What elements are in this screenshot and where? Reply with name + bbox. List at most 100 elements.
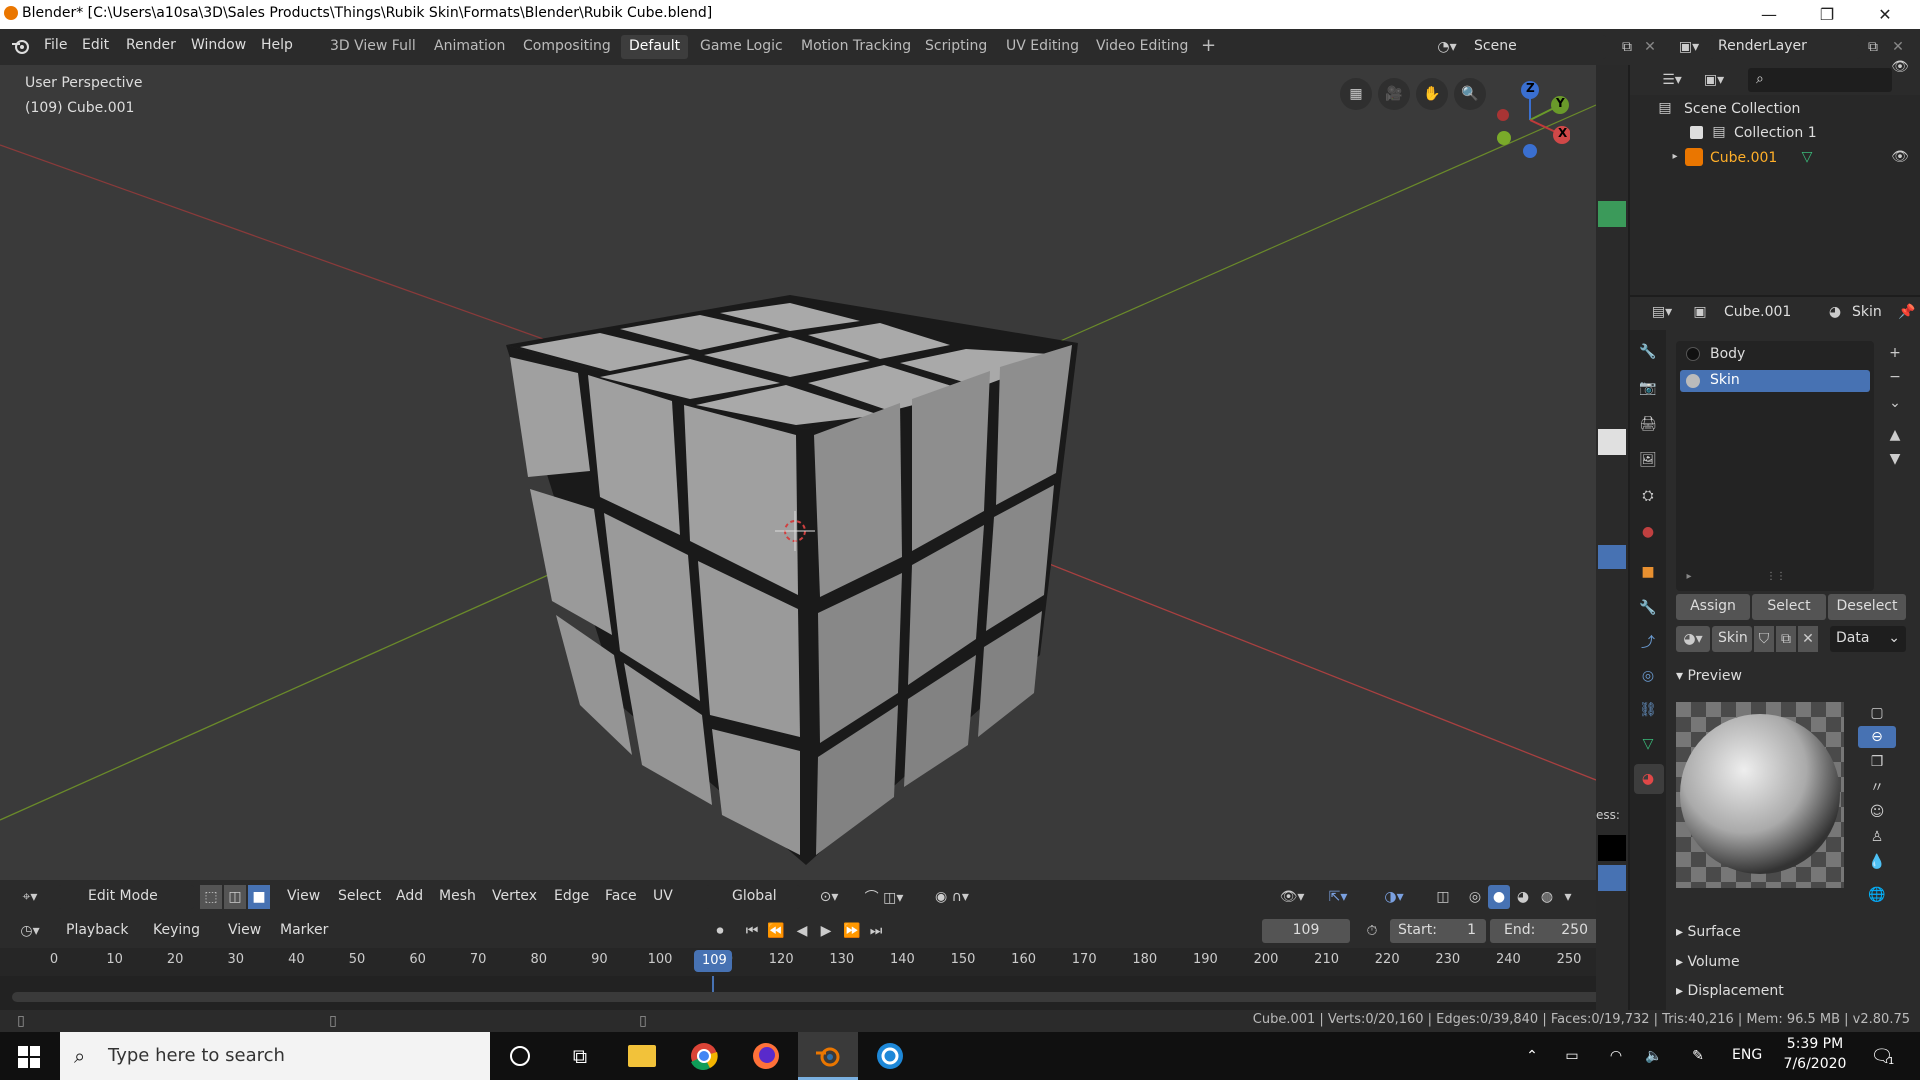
outliner-editor-icon[interactable]: ☰▾ (1654, 68, 1690, 92)
outliner-object[interactable]: Cube.001 (1710, 150, 1777, 166)
xray-icon[interactable]: ◫ (1432, 885, 1454, 909)
list-resize-grip-icon[interactable]: ⋮⋮ (1766, 569, 1786, 583)
add-slot-icon[interactable]: + (1884, 342, 1906, 364)
clock-date[interactable]: 7/6/2020 (1780, 1056, 1850, 1072)
camera-view-icon[interactable]: 🎥 (1378, 78, 1410, 110)
scene-selector-icon[interactable]: ◔▾ (1430, 35, 1464, 59)
tab-compositing[interactable]: Compositing (515, 35, 619, 59)
taskbar-search-box[interactable]: ⌕ Type here to search (60, 1032, 490, 1080)
chrome-icon[interactable] (674, 1032, 734, 1080)
menu-edit[interactable]: Edit (82, 37, 109, 53)
orientation-selector[interactable]: Global (706, 885, 800, 909)
record-icon[interactable]: ⏺ (708, 919, 732, 943)
displacement-panel-header[interactable]: ▸ Displacement (1676, 983, 1784, 999)
output-tab-icon[interactable]: 🖨 (1636, 412, 1660, 436)
new-scene-icon[interactable]: ⧉ (1616, 35, 1638, 59)
end-frame-field[interactable]: End: 250 (1490, 919, 1600, 943)
vp-menu-select[interactable]: Select (338, 888, 381, 904)
surface-panel-header[interactable]: ▸ Surface (1676, 924, 1741, 940)
cortana-icon[interactable] (490, 1032, 550, 1080)
jump-start-icon[interactable]: ⏮ (740, 919, 764, 943)
list-expand-icon[interactable]: ▸ (1682, 569, 1696, 583)
viewport-sidebar-strip[interactable]: ess: (1596, 65, 1628, 1010)
shading-options-icon[interactable]: ▾ (1558, 885, 1578, 909)
timeline-scrollbar[interactable] (12, 992, 1612, 1002)
preview-monkey-icon[interactable]: ☺ (1864, 801, 1890, 823)
grid-toggle-icon[interactable]: ▦ (1340, 78, 1372, 110)
3d-viewport[interactable]: User Perspective (109) Cube.001 ▦ 🎥 ✋ 🔍 … (0, 65, 1596, 910)
timeline-menu-playback[interactable]: Playback (66, 922, 128, 938)
next-keyframe-icon[interactable]: ⏩ (840, 919, 864, 943)
timeline-menu-view[interactable]: View (228, 922, 261, 938)
blender-menu-icon[interactable] (10, 37, 32, 57)
timeline-editor-icon[interactable]: ◷▾ (12, 919, 48, 943)
maximize-button[interactable]: ❐ (1804, 0, 1850, 29)
pin-icon[interactable]: 📌 (1898, 301, 1916, 323)
scene-name[interactable]: Scene (1466, 35, 1606, 59)
properties-editor-icon[interactable]: ▤▾ (1644, 300, 1680, 324)
unlink-icon[interactable]: ✕ (1798, 626, 1818, 652)
material-browse-icon[interactable]: ◕▾ (1676, 626, 1710, 652)
preview-sphere-icon[interactable]: ⊖ (1858, 726, 1896, 748)
world-tab-icon[interactable]: ● (1636, 520, 1660, 544)
vp-menu-view[interactable]: View (287, 888, 320, 904)
slot-menu-icon[interactable]: ⌄ (1884, 392, 1906, 414)
minimize-button[interactable]: — (1746, 0, 1792, 29)
tab-default[interactable]: Default (621, 35, 689, 59)
collection-eye-icon[interactable]: 👁 (1890, 58, 1910, 76)
world-preview-icon[interactable]: 🌐 (1862, 884, 1892, 906)
zoom-icon[interactable]: 🔍 (1454, 78, 1486, 110)
delete-layer-icon[interactable]: ✕ (1888, 35, 1908, 59)
overlay-toggle-icon[interactable]: ◑▾ (1374, 885, 1414, 909)
duplicate-icon[interactable]: ⧉ (1776, 626, 1796, 652)
render-tab-icon[interactable]: 📷 (1636, 376, 1660, 400)
assign-button[interactable]: Assign (1676, 594, 1750, 620)
tab-3d-view-full[interactable]: 3D View Full (322, 35, 424, 59)
render-layer-name[interactable]: RenderLayer (1710, 35, 1860, 59)
tab-uv-editing[interactable]: UV Editing (998, 35, 1087, 59)
slot-body[interactable]: Body (1710, 346, 1745, 362)
material-slot-list[interactable]: Body Skin ▸ ⋮⋮ (1676, 341, 1874, 591)
move-down-icon[interactable]: ▼ (1884, 448, 1906, 470)
jump-end-icon[interactable]: ⏭ (864, 919, 888, 943)
slot-skin[interactable]: Skin (1710, 372, 1740, 388)
start-frame-field[interactable]: Start: 1 (1390, 919, 1486, 943)
timeline-menu-marker[interactable]: Marker (280, 922, 328, 938)
volume-icon[interactable]: 🔈 (1642, 1046, 1666, 1066)
mesh-data-icon[interactable]: ▽ (1796, 147, 1818, 167)
vp-menu-mesh[interactable]: Mesh (439, 888, 476, 904)
rubik-cube[interactable] (506, 295, 1078, 865)
blender-taskbar-icon[interactable] (798, 1032, 858, 1080)
tab-game-logic[interactable]: Game Logic (692, 35, 791, 59)
timeline-ruler[interactable]: 0102030405060708090100110120130140150160… (0, 948, 1596, 976)
tab-motion-tracking[interactable]: Motion Tracking (793, 35, 919, 59)
task-view-icon[interactable]: ⧉ (550, 1032, 610, 1080)
preview-fluid-icon[interactable]: 💧 (1864, 851, 1890, 873)
tool-tab-icon[interactable]: 🔧 (1636, 340, 1660, 364)
play-reverse-icon[interactable]: ◀ (790, 919, 814, 943)
close-button[interactable]: ✕ (1862, 0, 1908, 29)
link-selector[interactable]: Data ⌄ (1830, 626, 1906, 652)
display-mode-icon[interactable]: ▣▾ (1696, 68, 1732, 92)
constraints-tab-icon[interactable]: ⛓ (1636, 698, 1660, 722)
preview-panel-header[interactable]: ▾ Preview (1676, 668, 1742, 684)
wifi-icon[interactable]: ◠ (1604, 1046, 1628, 1066)
visibility-icon[interactable]: 👁▾ (1274, 885, 1310, 909)
app-taskbar-icon[interactable] (860, 1032, 920, 1080)
add-workspace-button[interactable]: + (1193, 32, 1224, 56)
menu-render[interactable]: Render (126, 37, 176, 53)
object-tab-icon[interactable]: ■ (1636, 560, 1660, 584)
vp-menu-vertex[interactable]: Vertex (492, 888, 537, 904)
editor-type-icon[interactable]: ⌖▾ (12, 885, 48, 909)
new-layer-icon[interactable]: ⧉ (1862, 35, 1884, 59)
edge-select-icon[interactable]: ◫ (224, 885, 246, 909)
preview-cube-icon[interactable]: ❒ (1864, 751, 1890, 773)
menu-help[interactable]: Help (261, 37, 293, 53)
view-layer-tab-icon[interactable]: 🖼 (1636, 448, 1660, 472)
vp-menu-edge[interactable]: Edge (554, 888, 589, 904)
clock-time[interactable]: 5:39 PM (1782, 1036, 1848, 1052)
battery-icon[interactable]: ▭ (1560, 1046, 1584, 1066)
timer-icon[interactable]: ⏱ (1360, 919, 1384, 943)
timeline-menu-keying[interactable]: Keying (153, 922, 200, 938)
tab-scripting[interactable]: Scripting (917, 35, 995, 59)
